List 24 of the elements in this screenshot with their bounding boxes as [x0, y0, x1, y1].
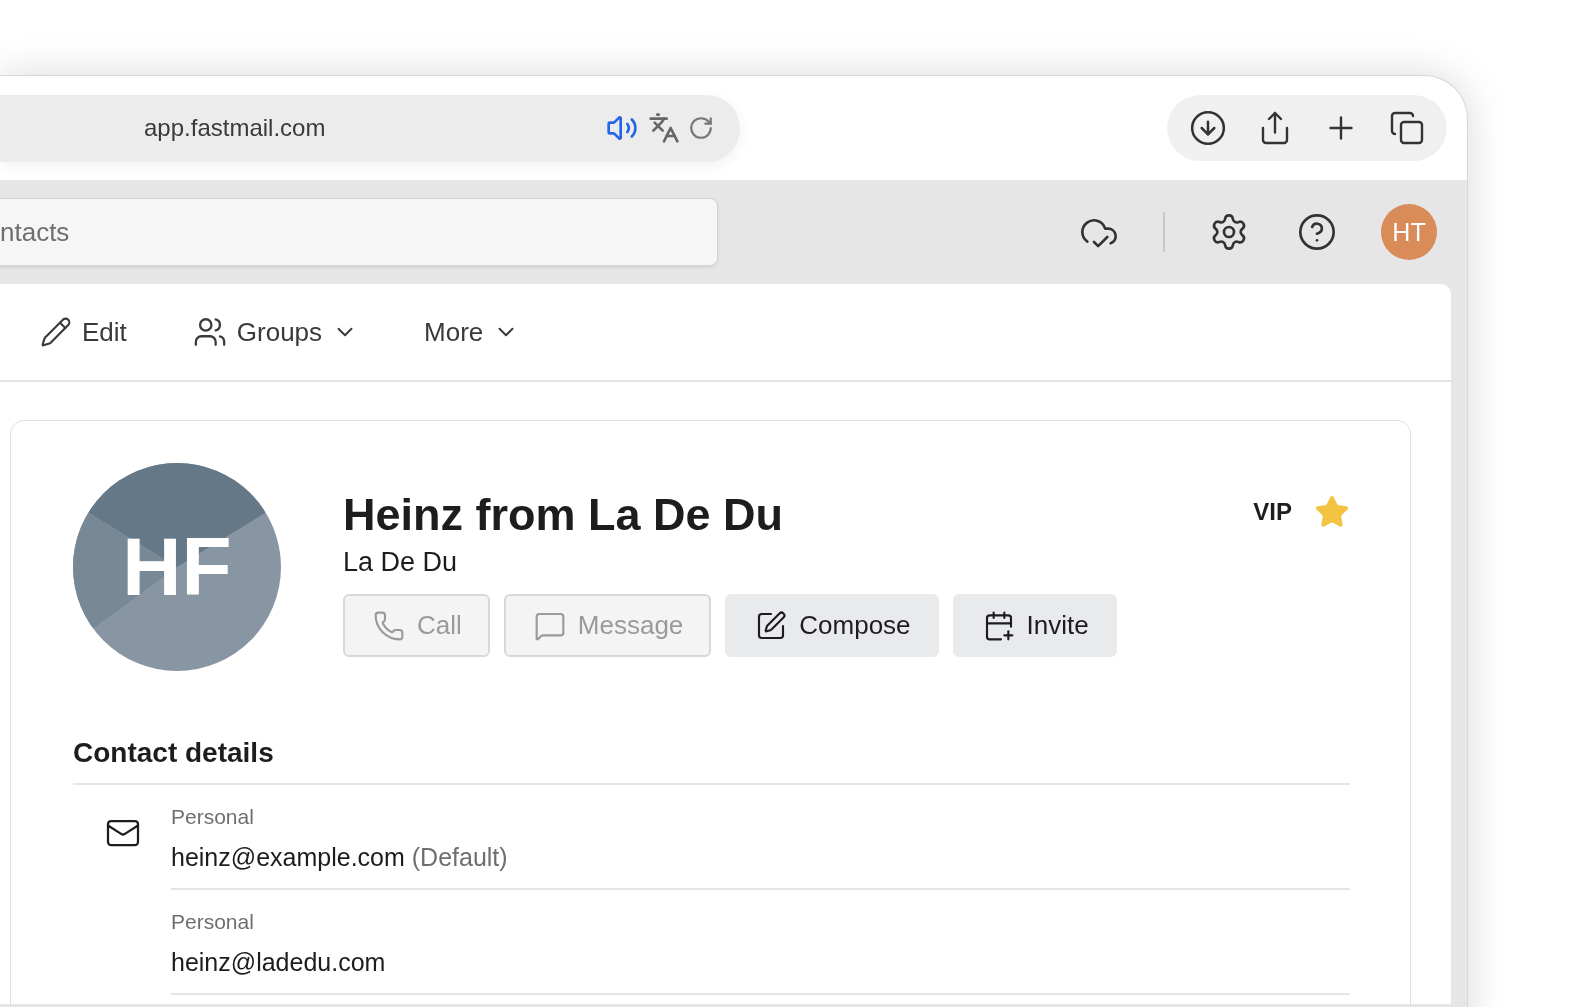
- toolbar-button[interactable]: Groups: [192, 315, 359, 349]
- email-address[interactable]: heinz@example.com (Default): [171, 843, 1350, 872]
- url-text: app.fastmail.com: [144, 114, 327, 142]
- phone-icon: [373, 609, 405, 642]
- contact-avatar: HF: [73, 463, 281, 671]
- email-label: Personal: [171, 910, 255, 934]
- action-button[interactable]: Compose: [725, 594, 939, 657]
- compose-icon: [755, 609, 788, 642]
- pencil-icon: [40, 316, 72, 348]
- toolbar-button[interactable]: Edit: [40, 316, 127, 348]
- search-field[interactable]: ntacts: [0, 198, 718, 266]
- email-address[interactable]: heinz@ladedu.com: [171, 948, 1350, 977]
- contact-name: Heinz from La De Du: [343, 489, 784, 541]
- vip-label: VIP: [1253, 498, 1292, 526]
- address-bar[interactable]: app.fastmail.com: [0, 94, 740, 162]
- section-heading: Contact details: [73, 737, 1350, 785]
- email-label: Personal: [171, 805, 255, 829]
- translate-icon[interactable]: [648, 112, 680, 144]
- reload-icon[interactable]: [688, 115, 714, 141]
- company-name: La De Du: [343, 547, 459, 578]
- toolbar-button[interactable]: More: [424, 316, 520, 348]
- star-icon[interactable]: [1314, 494, 1350, 530]
- action-button[interactable]: Invite: [952, 594, 1117, 657]
- people-icon: [192, 315, 227, 349]
